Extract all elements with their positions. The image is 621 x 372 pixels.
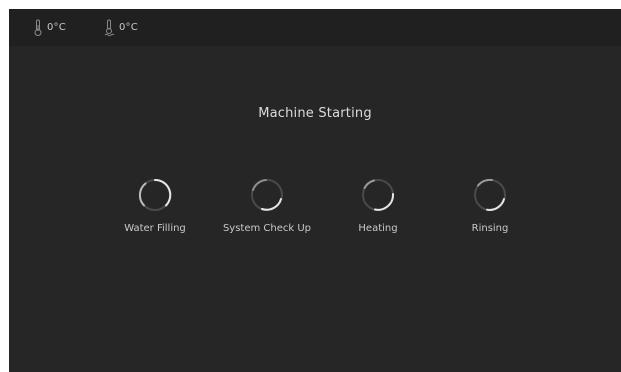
step-water-filling: Water Filling [95,177,215,234]
boiler-temperature: 0°C [33,9,66,46]
machine-display: 0°C 0°C Machine Starting Water Filling S… [9,9,621,372]
step-rinsing: Rinsing [430,177,550,234]
loading-spinner-icon [472,177,508,213]
steam-thermometer-icon [103,19,115,37]
loading-spinner-icon [360,177,396,213]
screen-title: Machine Starting [258,106,372,121]
step-label: System Check Up [222,223,312,234]
step-heating: Heating [318,177,438,234]
step-label: Water Filling [124,223,186,234]
step-label: Rinsing [471,223,509,234]
boiler-thermometer-icon [33,19,43,37]
status-bar: 0°C 0°C [9,9,621,46]
boiler-temperature-value: 0°C [47,22,66,33]
loading-spinner-icon [249,177,285,213]
steam-temperature: 0°C [103,9,138,46]
steam-temperature-value: 0°C [119,22,138,33]
loading-spinner-icon [137,177,173,213]
step-system-check-up: System Check Up [207,177,327,234]
step-label: Heating [358,223,398,234]
